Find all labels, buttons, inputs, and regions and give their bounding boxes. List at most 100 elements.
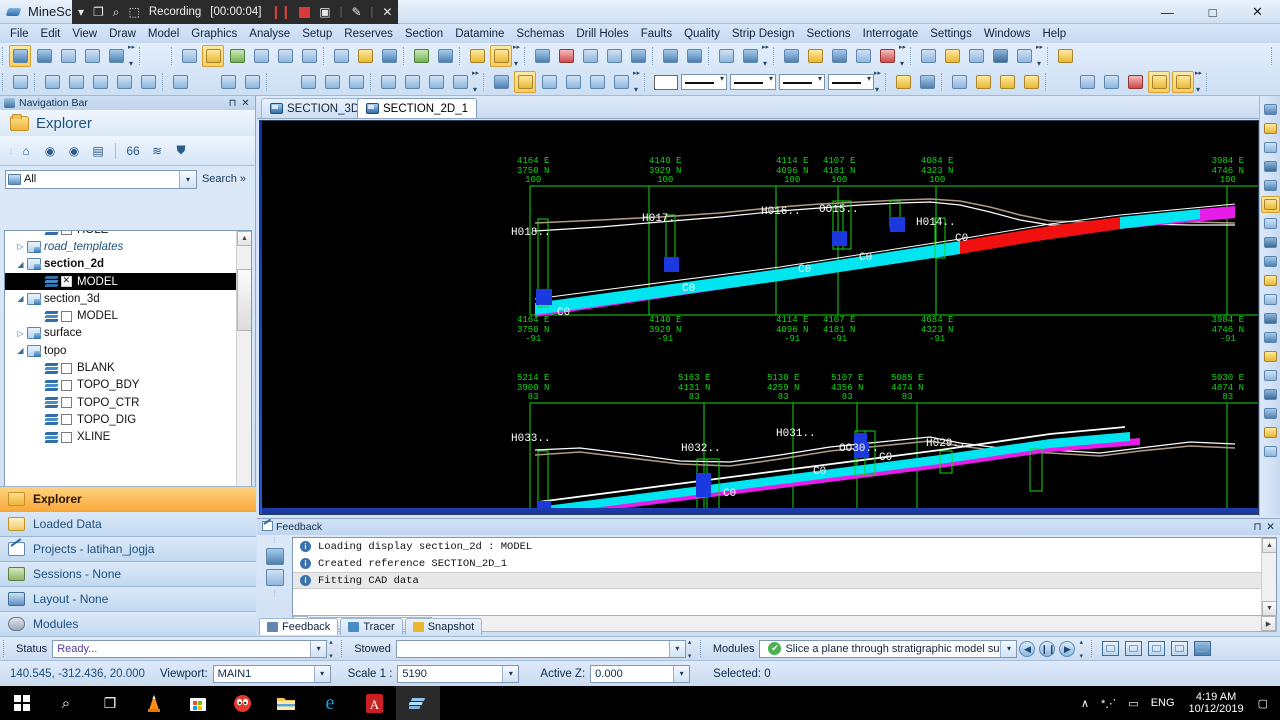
- menu-item-windows[interactable]: Windows: [978, 27, 1037, 41]
- toolbar-overflow-icon[interactable]: [762, 43, 771, 68]
- expander-icon[interactable]: ◢: [14, 346, 27, 355]
- tool-stack3-icon[interactable]: [683, 45, 705, 67]
- stop-recording-button[interactable]: [299, 6, 311, 18]
- tree-item-model[interactable]: MODEL: [5, 307, 237, 324]
- stowed-spinner[interactable]: [688, 638, 697, 660]
- vt-properties-icon[interactable]: [1260, 196, 1280, 213]
- pencil-icon[interactable]: ✎: [351, 6, 361, 18]
- chevron-down-icon[interactable]: ▾: [313, 665, 330, 682]
- feedback-message[interactable]: i Created reference SECTION_2D_1: [293, 555, 1276, 572]
- search-button[interactable]: Search »: [202, 173, 250, 185]
- tool-photo-icon[interactable]: [378, 45, 400, 67]
- toolbar-overflow-icon[interactable]: [874, 69, 883, 94]
- render-spark-icon[interactable]: [996, 71, 1018, 93]
- tool-music-icon[interactable]: [330, 45, 352, 67]
- linepattern-combo[interactable]: [828, 74, 874, 90]
- draw-node-icon[interactable]: [41, 71, 63, 93]
- visibility-checkbox[interactable]: [61, 379, 72, 391]
- toolbar-grip[interactable]: [34, 73, 38, 91]
- tree-item-topo_bdy[interactable]: TOPO_BDY: [5, 377, 237, 394]
- feedback-scrollbar[interactable]: ▲ ▼: [1261, 538, 1276, 616]
- region-capture-icon[interactable]: ⬚: [129, 6, 140, 18]
- lasso-icon[interactable]: [1052, 71, 1074, 93]
- tool-circle-icon[interactable]: [1198, 45, 1220, 67]
- menu-item-help[interactable]: Help: [1036, 27, 1072, 41]
- view-cube-3-icon[interactable]: [1148, 641, 1166, 656]
- view-cube-5-icon[interactable]: [1194, 641, 1212, 656]
- tool-rows-icon[interactable]: [965, 45, 987, 67]
- toolbar-overflow-icon[interactable]: [633, 69, 642, 94]
- snap-point-icon[interactable]: [514, 71, 536, 93]
- feedback-tab-tracer[interactable]: Tracer: [340, 618, 403, 635]
- document-tab-section_3d[interactable]: SECTION_3D: [261, 98, 369, 118]
- menu-item-draw[interactable]: Draw: [103, 27, 142, 41]
- nav-item-layout[interactable]: Layout - None: [0, 586, 256, 611]
- menu-item-file[interactable]: File: [4, 27, 35, 41]
- draw-curve-icon[interactable]: [217, 71, 239, 93]
- vt-newlayer-icon[interactable]: [1261, 120, 1280, 137]
- toolbar-grip[interactable]: [162, 73, 166, 91]
- snap-grid-icon[interactable]: [586, 71, 608, 93]
- nav-item-explorer[interactable]: Explorer: [0, 486, 256, 511]
- light-sphere-icon[interactable]: [892, 71, 914, 93]
- vt-arrange-icon[interactable]: [1261, 424, 1280, 441]
- layers-icon[interactable]: ≋: [147, 141, 167, 161]
- tool-stack-icon[interactable]: [627, 45, 649, 67]
- copy-sel-icon[interactable]: [1100, 71, 1122, 93]
- tree-item-blank[interactable]: BLANK: [5, 359, 237, 376]
- nav-item-projects[interactable]: Projects - latihan_jogja: [0, 536, 256, 561]
- tool-rect-icon[interactable]: [1222, 45, 1244, 67]
- menu-item-strip-design[interactable]: Strip Design: [726, 27, 801, 41]
- stowed-field[interactable]: ▾: [395, 639, 686, 658]
- toolbar-grip[interactable]: [524, 47, 528, 65]
- tool-binoculars-icon[interactable]: [146, 45, 168, 67]
- tool-image-icon[interactable]: [178, 45, 200, 67]
- toolbar-grip[interactable]: [266, 73, 270, 91]
- feedback-tab-feedback[interactable]: Feedback: [259, 618, 339, 635]
- tool-copy-icon[interactable]: [57, 45, 79, 67]
- marquee-icon[interactable]: [1076, 71, 1098, 93]
- modules-field[interactable]: ✔ Slice a plane through stratigraphic mo…: [759, 639, 1018, 658]
- chevron-down-icon[interactable]: ▾: [78, 6, 84, 18]
- tool-target-icon[interactable]: [9, 45, 31, 67]
- render-plain-icon[interactable]: [948, 71, 970, 93]
- tool-layers2-icon[interactable]: [410, 45, 432, 67]
- forward-icon[interactable]: ◉: [64, 141, 84, 161]
- menu-item-reserves[interactable]: Reserves: [338, 27, 399, 41]
- tool-lines-icon[interactable]: [989, 45, 1011, 67]
- toolbar-grip[interactable]: [2, 47, 6, 65]
- scroll-up-icon[interactable]: ▲: [237, 231, 251, 246]
- toolbar-overflow-icon[interactable]: [128, 43, 137, 68]
- tool-openlayer-icon[interactable]: [804, 45, 826, 67]
- menu-item-sections[interactable]: Sections: [801, 27, 857, 41]
- screen-recorder-toolbar[interactable]: ▾ ❐ ⌕ ⬚ Recording [00:00:04] ❙❙ ▣ | ✎ | …: [72, 0, 399, 24]
- menu-item-schemas[interactable]: Schemas: [510, 27, 570, 41]
- draw-spline-icon[interactable]: [65, 71, 87, 93]
- menu-item-quality[interactable]: Quality: [678, 27, 726, 41]
- camera-icon[interactable]: ▣: [319, 6, 330, 18]
- vt-stack-icon[interactable]: [1261, 443, 1280, 460]
- nav-item-modules[interactable]: Modules: [0, 611, 256, 636]
- pin-icon[interactable]: ⊓: [226, 98, 239, 109]
- draw-move-icon[interactable]: [113, 71, 135, 93]
- vt-duplicate-icon[interactable]: [1261, 405, 1280, 422]
- delete-sel-icon[interactable]: [1124, 71, 1146, 93]
- toolbar-overflow-icon[interactable]: [1195, 69, 1204, 94]
- linewidth-combo[interactable]: [730, 74, 776, 90]
- draw-dim-icon[interactable]: [273, 71, 295, 93]
- visibility-checkbox[interactable]: [61, 362, 72, 374]
- render-shaded-icon[interactable]: [972, 71, 994, 93]
- pin-icon[interactable]: ⊓: [1251, 521, 1264, 533]
- chevron-down-icon[interactable]: ▾: [502, 665, 519, 682]
- minimize-button[interactable]: —: [1145, 0, 1190, 24]
- tool-pen-icon[interactable]: [274, 45, 296, 67]
- previous-step-icon[interactable]: ◀: [1019, 640, 1036, 657]
- task-view-icon[interactable]: ❐: [88, 686, 132, 720]
- draw-split-icon[interactable]: [425, 71, 447, 93]
- menu-item-graphics[interactable]: Graphics: [185, 27, 243, 41]
- menu-item-edit[interactable]: Edit: [35, 27, 67, 41]
- expert-icon[interactable]: ⛊: [171, 141, 191, 161]
- chevron-down-icon[interactable]: ▾: [310, 640, 327, 657]
- vt-layers-icon[interactable]: [1261, 101, 1280, 118]
- menu-item-drill-holes[interactable]: Drill Holes: [570, 27, 634, 41]
